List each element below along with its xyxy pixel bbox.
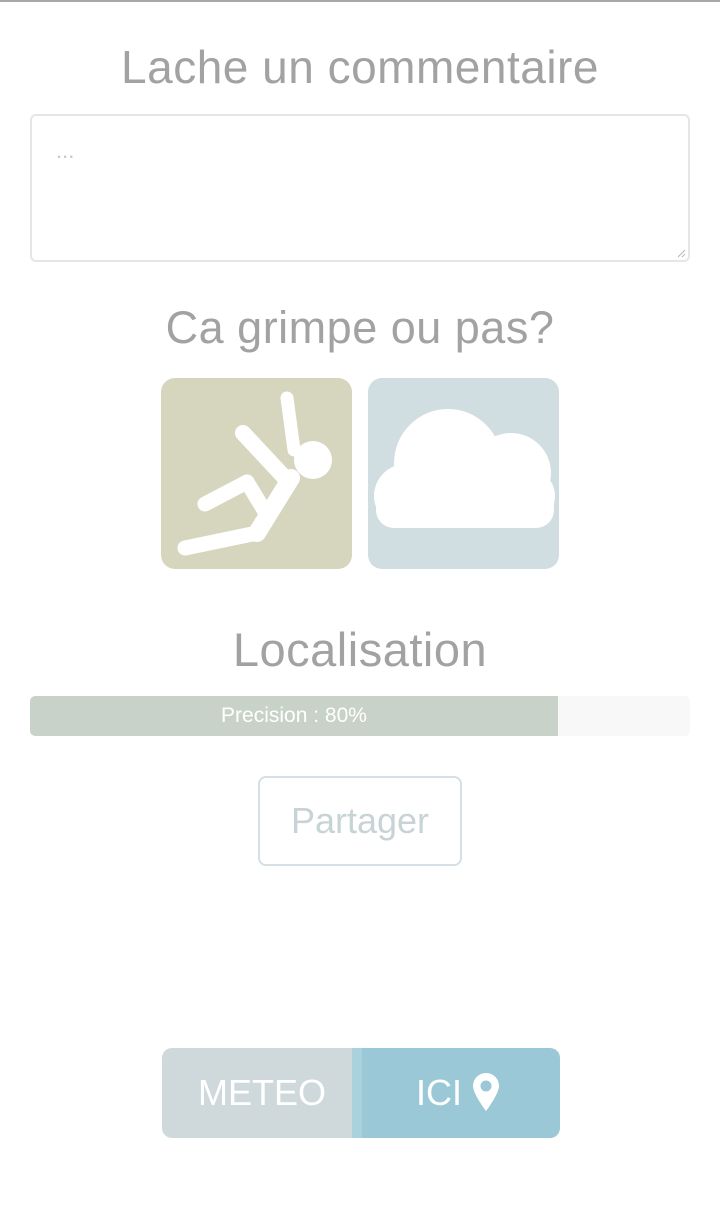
view-toggle: METEO ICI	[162, 1048, 560, 1138]
falling-climber-icon	[177, 391, 332, 556]
top-divider	[0, 0, 720, 2]
location-title: Localisation	[232, 623, 488, 676]
ici-label: ICI	[416, 1072, 463, 1113]
share-button[interactable]: Partager	[258, 776, 462, 866]
precision-label: Precision : 80%	[221, 704, 367, 727]
comment-input[interactable]	[30, 114, 690, 262]
climb-title: Ca grimpe ou pas?	[165, 302, 555, 353]
map-pin-icon	[473, 1073, 499, 1111]
ici-toggle-button[interactable]: ICI	[352, 1048, 560, 1138]
toggle-divider	[352, 1048, 362, 1138]
cloud-icon	[374, 409, 555, 528]
comment-title: Lache un commentaire	[121, 41, 599, 93]
precision-progress-bar: Precision : 80%	[30, 696, 690, 736]
climb-weather-button[interactable]	[368, 378, 559, 569]
meteo-toggle-button[interactable]: METEO	[162, 1048, 362, 1138]
resize-handle-icon[interactable]	[676, 248, 686, 258]
climb-no-button[interactable]	[161, 378, 352, 569]
